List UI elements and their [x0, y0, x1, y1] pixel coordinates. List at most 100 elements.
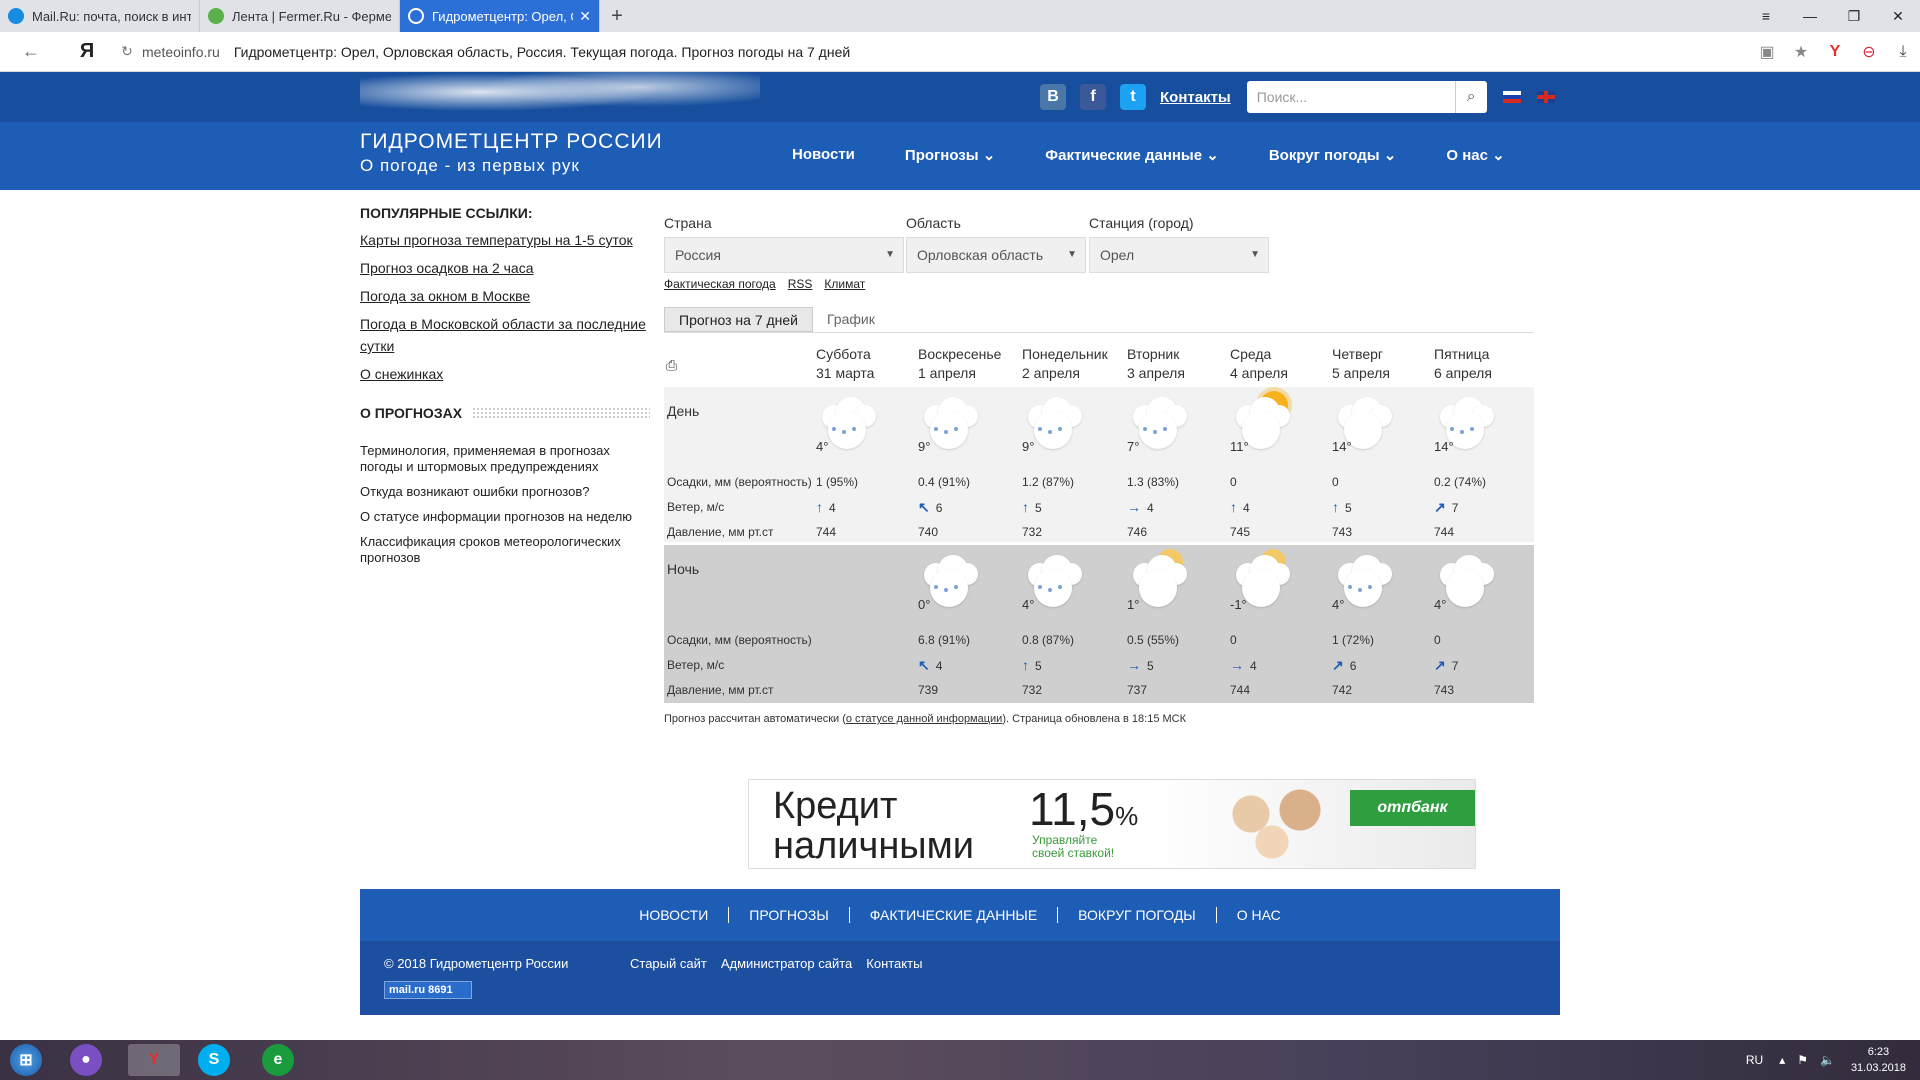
precipitation-value: 0 — [1332, 475, 1339, 489]
country-select[interactable]: Россия ▼ — [664, 237, 904, 273]
contacts-link[interactable]: Контакты — [866, 956, 922, 971]
cloud-icon — [1434, 547, 1496, 607]
ad-banner[interactable]: Кредит наличными 11,5% Управляйте своей … — [748, 779, 1476, 869]
popular-link[interactable]: Погода за окном в Москве — [360, 285, 650, 307]
browser-tab[interactable]: Лента | Fermer.Ru - Фермер — [200, 0, 400, 32]
restore-button[interactable]: ❐ — [1832, 0, 1876, 32]
tab-graph[interactable]: График — [813, 307, 889, 332]
popular-link[interactable]: О снежинках — [360, 363, 650, 385]
temperature: 14° — [1332, 439, 1352, 454]
about-link[interactable]: Терминология, применяемая в прогнозах по… — [360, 443, 650, 475]
yandex-browser-taskbar-icon[interactable]: Y — [128, 1044, 180, 1076]
reload-icon[interactable]: ↻ — [112, 43, 142, 60]
search-input[interactable]: Поиск... ⌕ — [1246, 81, 1487, 113]
old-site-link[interactable]: Старый сайт — [630, 956, 707, 971]
precipitation-value: 0 — [1230, 633, 1237, 647]
nav-about[interactable]: О нас ⌄ — [1446, 146, 1504, 164]
nav-forecasts[interactable]: Прогнозы ⌄ — [905, 146, 995, 164]
temperature: 4° — [1434, 597, 1447, 612]
wind-speed: 4 — [1147, 501, 1154, 515]
system-tray: RU ▴ ⚑ 🔈 6:23 31.03.2018 — [1746, 1040, 1906, 1080]
precipitation-value: 1 (72%) — [1332, 633, 1375, 647]
day-header: Суббота 31 марта — [816, 345, 874, 383]
contacts-link[interactable]: Контакты — [1160, 89, 1231, 106]
region-select[interactable]: Орловская область ▼ — [906, 237, 1086, 273]
browser-tab-active[interactable]: Гидрометцентр: Орел, О ✕ — [400, 0, 600, 32]
main-nav: Новости Прогнозы ⌄ Фактические данные ⌄ … — [792, 146, 1555, 164]
pressure-value: 746 — [1127, 525, 1148, 539]
wind-cell: ↖ 4 — [918, 657, 942, 674]
footer-nav-about[interactable]: О НАС — [1215, 907, 1301, 923]
rss-link[interactable]: RSS — [788, 277, 813, 291]
app-icon[interactable]: e — [262, 1044, 294, 1076]
minimize-button[interactable]: — — [1788, 0, 1832, 32]
close-tab-icon[interactable]: ✕ — [579, 8, 591, 25]
wind-speed: 5 — [1345, 501, 1352, 515]
about-link[interactable]: О статусе информации прогнозов на неделю — [360, 509, 650, 525]
wind-cell — [816, 657, 822, 673]
yandex-icon[interactable]: Y — [1818, 43, 1852, 61]
close-window-button[interactable]: ✕ — [1876, 0, 1920, 32]
start-button-icon[interactable]: ⊞ — [10, 1044, 42, 1076]
download-icon[interactable]: ⤓ — [1886, 43, 1920, 61]
lock-icon[interactable]: ▣ — [1750, 42, 1784, 62]
menu-icon[interactable]: ≡ — [1744, 0, 1788, 32]
day-header: Вторник 3 апреля — [1127, 345, 1185, 383]
volume-icon[interactable]: 🔈 — [1820, 1053, 1835, 1067]
back-icon[interactable]: ← — [0, 41, 62, 62]
vk-icon[interactable]: В — [1040, 84, 1066, 110]
new-tab-button[interactable]: + — [600, 0, 634, 32]
bank-name: отпбанк — [1377, 799, 1448, 816]
station-select[interactable]: Орел ▼ — [1089, 237, 1269, 273]
tab-7-days[interactable]: Прогноз на 7 дней — [664, 307, 813, 332]
url-page-title[interactable]: Гидрометцентр: Орел, Орловская область, … — [234, 44, 850, 60]
footer-nav-around-weather[interactable]: ВОКРУГ ПОГОДЫ — [1057, 907, 1216, 923]
climate-link[interactable]: Климат — [824, 277, 865, 291]
footer-nav-actual-data[interactable]: ФАКТИЧЕСКИЕ ДАННЫЕ — [848, 907, 1057, 923]
facebook-icon[interactable]: f — [1080, 84, 1106, 110]
bookmark-star-icon[interactable]: ★ — [1784, 42, 1818, 62]
footer-nav-news[interactable]: НОВОСТИ — [619, 907, 728, 923]
site-logo[interactable]: ГИДРОМЕТЦЕНТР РОССИИ О погоде - из первы… — [360, 130, 663, 176]
status-info-link[interactable]: о статусе данной информации — [846, 713, 1002, 725]
browser-tab[interactable]: Mail.Ru: почта, поиск в инт — [0, 0, 200, 32]
nav-around-weather[interactable]: Вокруг погоды ⌄ — [1269, 146, 1397, 164]
day-date: 31 марта — [816, 365, 875, 381]
wind-direction-icon: ↑ — [1022, 657, 1029, 673]
popular-link[interactable]: Погода в Московской области за последние… — [360, 313, 650, 357]
nav-actual-data[interactable]: Фактические данные ⌄ — [1045, 146, 1219, 164]
printer-icon[interactable]: ⎙ — [666, 357, 677, 374]
language-indicator[interactable]: RU — [1746, 1053, 1763, 1067]
tab-title: Гидрометцентр: Орел, О — [432, 8, 574, 24]
yandex-home-icon[interactable]: Я — [62, 40, 112, 63]
url-domain[interactable]: meteoinfo.ru — [142, 44, 220, 60]
mailru-counter-badge[interactable]: mail.ru 8691 — [384, 981, 472, 999]
day-of-week: Суббота — [816, 346, 871, 362]
twitter-icon[interactable]: t — [1120, 84, 1146, 110]
footer-nav-forecasts[interactable]: ПРОГНОЗЫ — [728, 907, 848, 923]
tray-arrow-icon[interactable]: ▴ — [1779, 1053, 1785, 1067]
temperature: 14° — [1434, 439, 1454, 454]
clock[interactable]: 6:23 31.03.2018 — [1851, 1044, 1906, 1076]
wind-cell: → 4 — [1230, 657, 1257, 673]
wind-direction-icon: → — [1127, 657, 1141, 673]
skype-icon[interactable]: S — [198, 1044, 230, 1076]
microphone-icon[interactable]: ● — [70, 1044, 102, 1076]
admin-link[interactable]: Администратор сайта — [721, 956, 852, 971]
tab-title: Лента | Fermer.Ru - Фермер — [232, 8, 391, 24]
english-flag-icon[interactable] — [1536, 91, 1555, 103]
russian-flag-icon[interactable] — [1502, 91, 1521, 103]
actual-weather-link[interactable]: Фактическая погода — [664, 277, 776, 291]
adblock-icon[interactable]: ⊖ — [1852, 42, 1886, 62]
popular-link[interactable]: Прогноз осадков на 2 часа — [360, 257, 650, 279]
nav-news[interactable]: Новости — [792, 146, 855, 164]
about-link[interactable]: Откуда возникают ошибки прогнозов? — [360, 484, 650, 500]
network-icon[interactable]: ⚑ — [1797, 1053, 1808, 1067]
popular-link[interactable]: Карты прогноза температуры на 1-5 суток — [360, 229, 650, 251]
wind-cell: ↑ 5 — [1332, 499, 1352, 515]
day-header: Среда 4 апреля — [1230, 345, 1288, 383]
about-link[interactable]: Классификация сроков метеорологических п… — [360, 534, 650, 566]
dotted-divider — [472, 407, 650, 419]
search-icon[interactable]: ⌕ — [1454, 81, 1487, 113]
wind-direction-icon: ↑ — [1230, 499, 1237, 515]
